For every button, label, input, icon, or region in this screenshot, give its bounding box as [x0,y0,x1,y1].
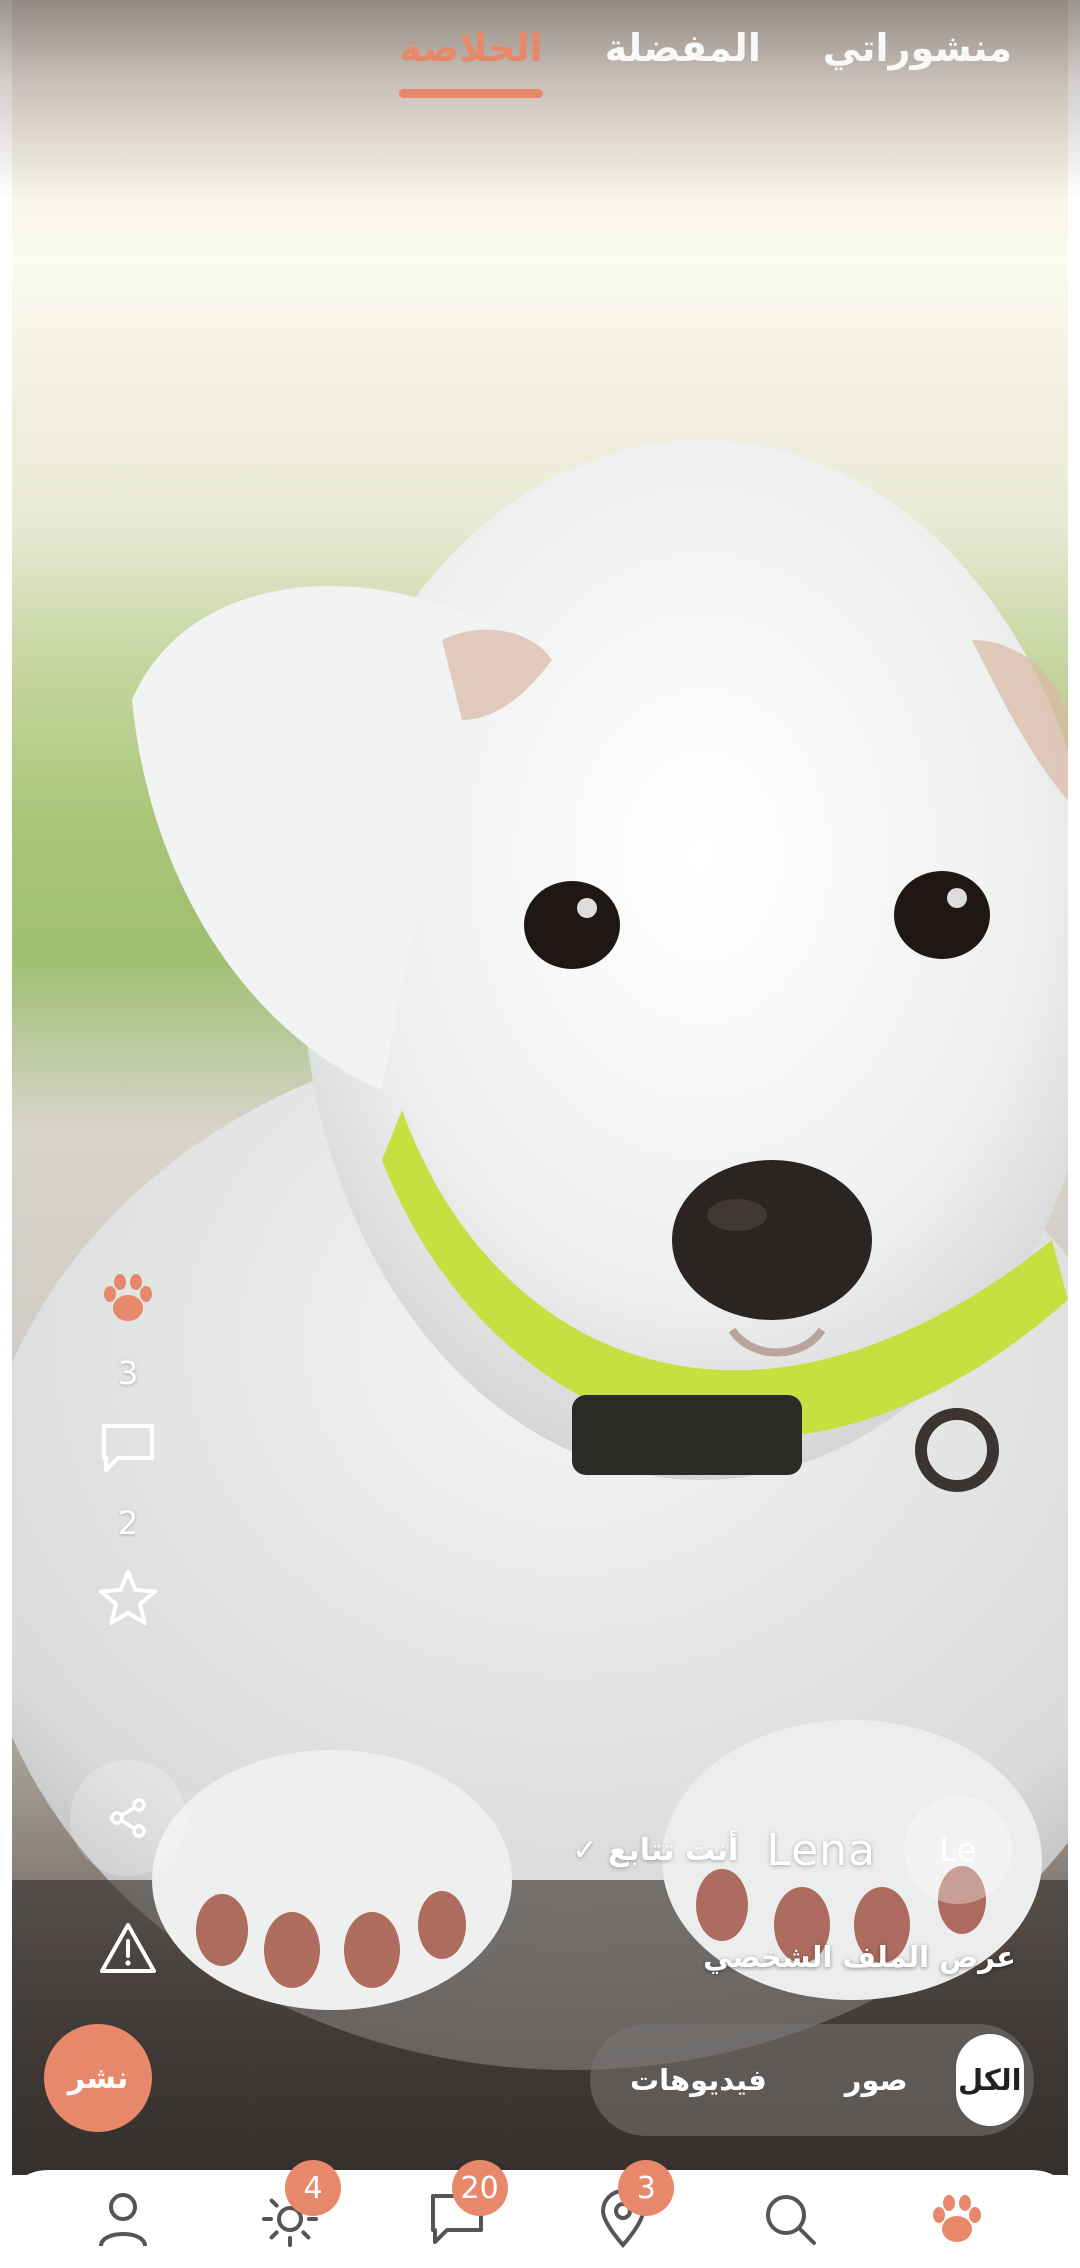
tab-my-posts[interactable]: منشوراتي [823,26,1012,98]
tab-favorites[interactable]: المفضلة [605,26,761,98]
nav-feed[interactable] [912,2174,1002,2264]
post-author: Le Lena ✓ أنت تتابع [572,1795,1012,1905]
author-name[interactable]: Lena [766,1825,876,1876]
share-button[interactable] [70,1760,186,1876]
follow-status[interactable]: ✓ أنت تتابع [572,1833,738,1868]
search-icon [765,2195,816,2245]
nav-profile[interactable] [78,2174,168,2264]
paw-icon [932,2195,981,2242]
profile-icon [99,2193,148,2247]
screen: الخلاصة المفضلة منشوراتي 3 2 Le Lena ✓ أ… [0,0,1080,2268]
places-badge: 3 [618,2160,675,2216]
feed-tabs: الخلاصة المفضلة منشوراتي [399,26,1012,98]
paw-count: 3 [117,1354,139,1392]
favorite-button[interactable] [88,1558,168,1638]
report-action [88,1908,168,1988]
filter-all[interactable]: الكل [955,2034,1024,2126]
post-actions: 3 2 [88,1258,168,1638]
nav-search[interactable] [745,2174,835,2264]
nav-activity[interactable]: 4 [245,2160,341,2264]
bottom-nav: 4 20 3 [0,2160,1080,2268]
publish-button[interactable]: نشر [44,2024,152,2132]
filter-videos[interactable]: فيديوهات [600,2034,797,2126]
filter-photos[interactable]: صور [815,2034,938,2126]
messages-badge: 20 [451,2160,508,2216]
nav-places[interactable]: 3 [578,2160,675,2264]
view-profile-link[interactable]: عرض الملف الشخصي [703,1940,1016,1974]
comment-icon [102,1424,154,1472]
media-filter: الكل صور فيديوهات [590,2024,1034,2136]
star-icon [99,1570,157,1625]
comment-count: 2 [117,1504,139,1542]
paw-like-button[interactable] [88,1258,168,1338]
paw-icon [104,1274,152,1321]
avatar[interactable]: Le [904,1796,1012,1904]
tab-feed[interactable]: الخلاصة [399,26,544,98]
nav-messages[interactable]: 20 [412,2160,508,2264]
share-icon [110,1798,146,1838]
report-button[interactable] [88,1908,168,1988]
warning-icon [100,1923,156,1973]
comment-button[interactable] [88,1408,168,1488]
activity-badge: 4 [284,2160,341,2216]
